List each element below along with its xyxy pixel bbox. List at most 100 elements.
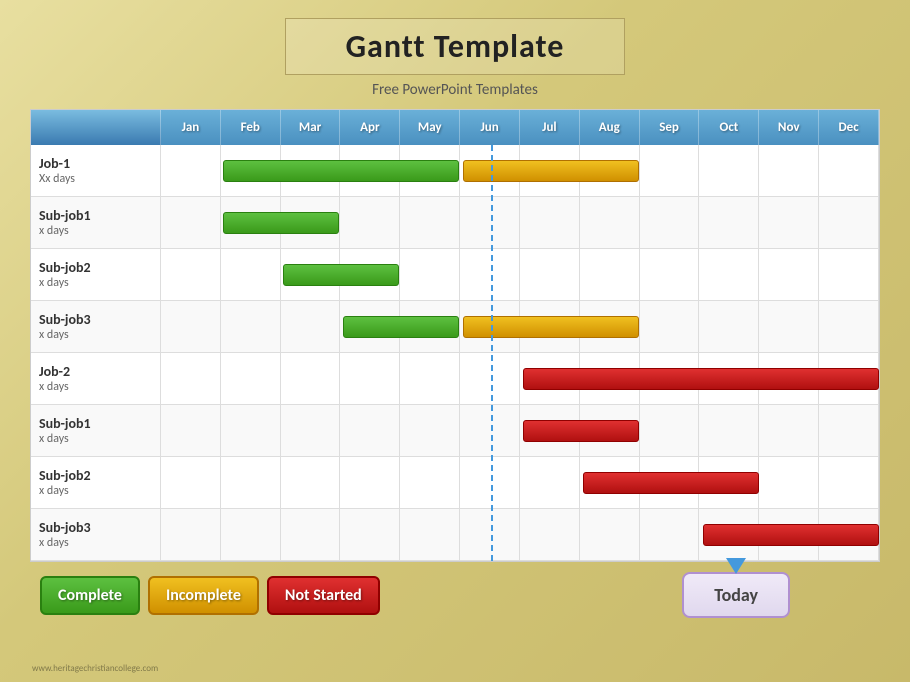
row-days: x days — [39, 536, 152, 550]
table-row: Sub-job1x days — [31, 405, 879, 457]
grid-cell-3-2 — [281, 301, 341, 352]
row-name: Sub-job1 — [39, 415, 152, 432]
grid-cell-0-11 — [819, 145, 879, 196]
grid-cell-3-8 — [640, 301, 700, 352]
grid-cell-2-1 — [221, 249, 281, 300]
month-header-jan: Jan — [161, 110, 221, 145]
gantt-bar-complete — [283, 264, 399, 286]
today-label: Today — [714, 584, 758, 606]
grid-cell-2-7 — [580, 249, 640, 300]
watermark: www.heritagechristiancollege.com — [32, 663, 158, 674]
grid-cell-7-6 — [520, 509, 580, 560]
grid-cell-1-4 — [400, 197, 460, 248]
gantt-bar-complete — [223, 160, 459, 182]
row-label-0: Job-1Xx days — [31, 145, 161, 196]
grid-cell-6-6 — [520, 457, 580, 508]
gantt-bar-not-started — [583, 472, 759, 494]
grid-cell-5-0 — [161, 405, 221, 456]
row-days: x days — [39, 484, 152, 498]
table-row: Job-2x days — [31, 353, 879, 405]
grid-cell-2-11 — [819, 249, 879, 300]
grid-cell-5-2 — [281, 405, 341, 456]
grid-cell-0-10 — [759, 145, 819, 196]
grid-cell-0-8 — [640, 145, 700, 196]
legend-area: Complete Incomplete Not Started Today — [30, 572, 880, 618]
month-header-mar: Mar — [281, 110, 341, 145]
grid-cell-5-9 — [699, 405, 759, 456]
month-header-jul: Jul — [520, 110, 580, 145]
row-label-3: Sub-job3x days — [31, 301, 161, 352]
row-name: Sub-job1 — [39, 207, 152, 224]
grid-cell-4-4 — [400, 353, 460, 404]
chart-header: JanFebMarAprMayJunJulAugSepOctNovDec — [31, 110, 879, 145]
month-header-apr: Apr — [340, 110, 400, 145]
grid-cell-5-1 — [221, 405, 281, 456]
table-row: Job-1Xx days — [31, 145, 879, 197]
grid-cell-6-2 — [281, 457, 341, 508]
row-days: x days — [39, 432, 152, 446]
grid-cell-6-1 — [221, 457, 281, 508]
grid-cell-7-7 — [580, 509, 640, 560]
row-label-6: Sub-job2x days — [31, 457, 161, 508]
grid-cell-2-8 — [640, 249, 700, 300]
row-days: x days — [39, 328, 152, 342]
grid-cell-7-2 — [281, 509, 341, 560]
grid-cell-5-4 — [400, 405, 460, 456]
grid-cell-3-10 — [759, 301, 819, 352]
table-row: Sub-job1x days — [31, 197, 879, 249]
grid-cell-1-6 — [520, 197, 580, 248]
table-row: Sub-job2x days — [31, 249, 879, 301]
row-label-1: Sub-job1x days — [31, 197, 161, 248]
grid-cell-1-0 — [161, 197, 221, 248]
grid-cell-6-4 — [400, 457, 460, 508]
gantt-bar-not-started — [523, 420, 639, 442]
grid-cell-2-4 — [400, 249, 460, 300]
grid-cell-6-3 — [340, 457, 400, 508]
header-empty — [31, 110, 161, 145]
grid-cell-5-3 — [340, 405, 400, 456]
row-name: Sub-job2 — [39, 467, 152, 484]
month-header-sep: Sep — [640, 110, 700, 145]
row-label-5: Sub-job1x days — [31, 405, 161, 456]
grid-cell-1-3 — [340, 197, 400, 248]
grid-cell-0-9 — [699, 145, 759, 196]
row-days: x days — [39, 380, 152, 394]
chart-body: Job-1Xx daysSub-job1x daysSub-job2x days… — [31, 145, 879, 561]
grid-cell-4-3 — [340, 353, 400, 404]
gantt-bar-complete — [223, 212, 339, 234]
row-name: Sub-job3 — [39, 519, 152, 536]
grid-cell-2-6 — [520, 249, 580, 300]
page-title: Gantt Template — [346, 27, 565, 66]
grid-cell-4-1 — [221, 353, 281, 404]
row-label-2: Sub-job2x days — [31, 249, 161, 300]
today-line — [491, 145, 493, 561]
grid-cell-2-0 — [161, 249, 221, 300]
grid-cell-7-1 — [221, 509, 281, 560]
grid-cell-4-0 — [161, 353, 221, 404]
legend-incomplete: Incomplete — [148, 576, 259, 615]
title-box: Gantt Template — [285, 18, 626, 75]
grid-cell-1-7 — [580, 197, 640, 248]
gantt-bar-not-started — [523, 368, 879, 390]
row-name: Job-2 — [39, 363, 152, 380]
subtitle: Free PowerPoint Templates — [372, 81, 538, 99]
legend-complete: Complete — [40, 576, 140, 615]
table-row: Sub-job2x days — [31, 457, 879, 509]
grid-cell-7-0 — [161, 509, 221, 560]
row-label-4: Job-2x days — [31, 353, 161, 404]
chart-container: JanFebMarAprMayJunJulAugSepOctNovDec Job… — [30, 109, 880, 562]
grid-cell-5-10 — [759, 405, 819, 456]
grid-cell-3-11 — [819, 301, 879, 352]
grid-cell-2-10 — [759, 249, 819, 300]
row-days: Xx days — [39, 172, 152, 186]
grid-cell-3-1 — [221, 301, 281, 352]
grid-cell-5-11 — [819, 405, 879, 456]
row-name: Job-1 — [39, 155, 152, 172]
grid-cell-6-10 — [759, 457, 819, 508]
grid-cell-5-8 — [640, 405, 700, 456]
gantt-bar-incomplete — [463, 316, 639, 338]
grid-cell-3-9 — [699, 301, 759, 352]
today-arrow — [726, 558, 746, 574]
gantt-bar-incomplete — [463, 160, 639, 182]
grid-cell-6-11 — [819, 457, 879, 508]
